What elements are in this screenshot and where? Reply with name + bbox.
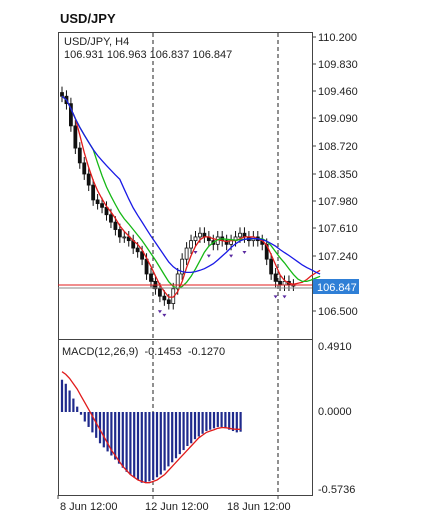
- candle-body: [162, 295, 167, 301]
- price-layer: [60, 86, 321, 317]
- fractal-arrow: [282, 295, 287, 299]
- price-tick-label: 108.350: [318, 169, 358, 181]
- candle-body: [184, 247, 189, 260]
- fractal-arrow: [193, 250, 198, 254]
- price-tick-label: 109.830: [318, 59, 358, 71]
- macd-tick-label: 0.0000: [318, 406, 352, 418]
- time-tick-label: 8 Jun 12:00: [60, 501, 118, 513]
- fractal-arrow: [206, 254, 211, 258]
- candle-body: [189, 240, 193, 249]
- time-tick-label: 18 Jun 12:00: [227, 501, 291, 513]
- macd-signal-value: -0.1270: [188, 346, 225, 358]
- price-tick-label: 107.980: [318, 196, 358, 208]
- candle-body: [95, 199, 100, 205]
- price-axis: 110.200 109.830 109.460 109.090 108.720 …: [312, 32, 358, 318]
- price-tick-label: 106.500: [318, 306, 358, 318]
- ma-fast-line: [61, 95, 321, 298]
- candle-body: [113, 221, 118, 230]
- candle-body: [82, 162, 87, 175]
- time-tick-label: 12 Jun 12:00: [145, 501, 209, 513]
- macd-axis: 0.4910 0.0000 -0.5736: [318, 341, 355, 496]
- candle-body: [157, 288, 162, 297]
- fractal-arrow: [157, 310, 162, 314]
- price-tick-label: 110.200: [318, 32, 357, 44]
- symbol-label: USD/JPY, H4: [64, 36, 129, 48]
- price-tick-label: 108.720: [318, 141, 358, 153]
- price-tick-label: 109.460: [318, 86, 358, 98]
- macd-header: MACD(12,26,9) -0.1453 -0.1270: [62, 346, 225, 358]
- candle-body: [100, 203, 104, 208]
- chart-screen[interactable]: USD/JPY 110.200 109.830 109.460 109.090 …: [0, 0, 424, 517]
- candle-body: [122, 236, 127, 239]
- price-panel-frame: [58, 32, 313, 340]
- current-price-label: 106.847: [317, 282, 357, 294]
- candle-body: [269, 258, 274, 275]
- macd-tick-label: -0.5736: [318, 484, 355, 496]
- macd-layer: [60, 371, 242, 484]
- ma-mid-line: [61, 95, 321, 290]
- macd-indicator-label: MACD(12,26,9): [62, 346, 138, 358]
- candle-body: [117, 229, 122, 238]
- macd-main-value: -0.1453: [144, 346, 181, 358]
- candle-body: [135, 247, 140, 253]
- fractal-arrow: [229, 254, 234, 258]
- candle-body: [91, 184, 96, 201]
- candle-body: [60, 92, 64, 97]
- candle-body: [109, 214, 113, 223]
- price-tick-label: 109.090: [318, 113, 358, 125]
- price-tick-label: 107.610: [318, 223, 358, 235]
- candle-body: [238, 232, 242, 238]
- macd-tick-label: 0.4910: [318, 341, 352, 353]
- candle-body: [86, 173, 91, 186]
- fractal-arrow: [273, 295, 278, 299]
- svg-text:MACD(12,26,9) -0.1453: MACD(12,26,9) -0.1453 -0.1270: [62, 346, 225, 358]
- time-axis: 8 Jun 12:00 12 Jun 12:00 18 Jun 12:00: [57, 495, 291, 513]
- fractal-arrow: [162, 313, 167, 317]
- chart-canvas[interactable]: 110.200 109.830 109.460 109.090 108.720 …: [0, 0, 424, 517]
- candle-body: [73, 125, 78, 149]
- fractal-arrow: [242, 250, 247, 254]
- price-tick-label: 107.240: [318, 251, 358, 263]
- candle-body: [149, 273, 153, 282]
- candle-body: [198, 232, 202, 238]
- candle-body: [273, 273, 278, 282]
- candle-body: [77, 147, 82, 164]
- candle-body: [193, 236, 198, 242]
- candle-body: [175, 273, 180, 290]
- candle-body: [166, 299, 171, 304]
- ohlc-label: 106.931 106.963 106.837 106.847: [64, 49, 232, 61]
